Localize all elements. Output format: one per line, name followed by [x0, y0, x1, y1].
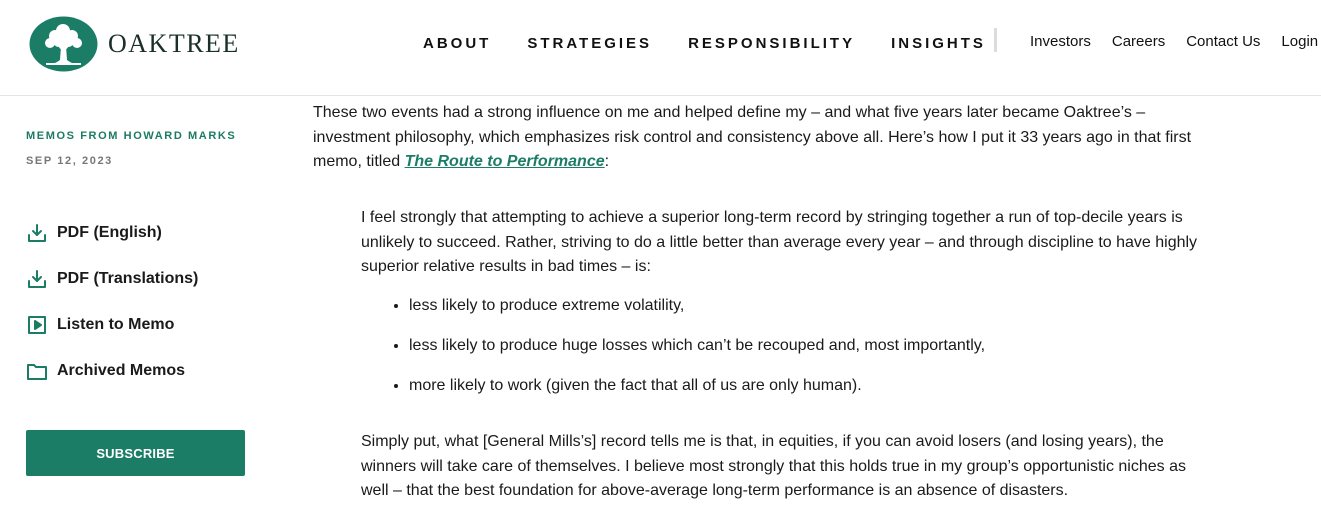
route-to-performance-link[interactable]: The Route to Performance — [405, 153, 605, 170]
nav-divider — [994, 28, 997, 52]
list-item: more likely to work (given the fact that… — [409, 374, 985, 414]
intro-paragraph: These two events had a strong influence … — [313, 101, 1213, 175]
list-item: less likely to produce extreme volatilit… — [409, 294, 985, 334]
nav-responsibility[interactable]: RESPONSIBILITY — [688, 34, 855, 54]
oak-tree-logo-icon — [29, 16, 98, 72]
main-navigation: ABOUT STRATEGIES RESPONSIBILITY INSIGHTS — [423, 34, 1022, 54]
pdf-translations-link[interactable]: PDF (Translations) — [26, 268, 198, 290]
site-header: OAKTREE ABOUT STRATEGIES RESPONSIBILITY … — [0, 0, 1321, 96]
nav-contact-us[interactable]: Contact Us — [1186, 32, 1260, 52]
archived-memos-label: Archived Memos — [57, 362, 186, 379]
list-item: less likely to produce huge losses which… — [409, 334, 985, 374]
download-icon — [26, 222, 48, 244]
download-icon — [26, 268, 48, 290]
block-quote-paragraph: Simply put, what [General Mills’s] recor… — [361, 433, 1186, 499]
nav-strategies[interactable]: STRATEGIES — [527, 34, 652, 54]
oaktree-logo[interactable]: OAKTREE — [29, 16, 240, 72]
nav-about[interactable]: ABOUT — [423, 34, 491, 54]
quote-bullet-list: less likely to produce extreme volatilit… — [361, 294, 985, 414]
memo-date: SEP 12, 2023 — [26, 155, 113, 167]
intro-colon: : — [604, 153, 610, 170]
utility-navigation: Investors Careers Contact Us Login — [1030, 32, 1321, 52]
memo-series-label: MEMOS FROM HOWARD MARKS — [26, 130, 237, 142]
nav-investors[interactable]: Investors — [1030, 32, 1091, 52]
nav-insights[interactable]: INSIGHTS — [891, 34, 986, 54]
nav-login[interactable]: Login — [1281, 32, 1318, 52]
memo-actions: PDF (English) PDF (Translations) Listen … — [26, 222, 198, 406]
listen-to-memo-label: Listen to Memo — [57, 316, 175, 333]
listen-to-memo-link[interactable]: Listen to Memo — [26, 314, 198, 336]
logo-wordmark: OAKTREE — [108, 29, 240, 58]
folder-icon — [26, 360, 48, 382]
pdf-english-label: PDF (English) — [57, 224, 162, 241]
block-quote-paragraph: I feel strongly that attempting to achie… — [361, 209, 1198, 275]
nav-careers[interactable]: Careers — [1112, 32, 1165, 52]
memo-article: These two events had a strong influence … — [313, 101, 1213, 499]
subscribe-button[interactable]: SUBSCRIBE — [26, 430, 245, 476]
pdf-english-link[interactable]: PDF (English) — [26, 222, 198, 244]
pdf-translations-label: PDF (Translations) — [57, 270, 199, 287]
archived-memos-link[interactable]: Archived Memos — [26, 360, 198, 382]
play-icon — [26, 314, 48, 336]
